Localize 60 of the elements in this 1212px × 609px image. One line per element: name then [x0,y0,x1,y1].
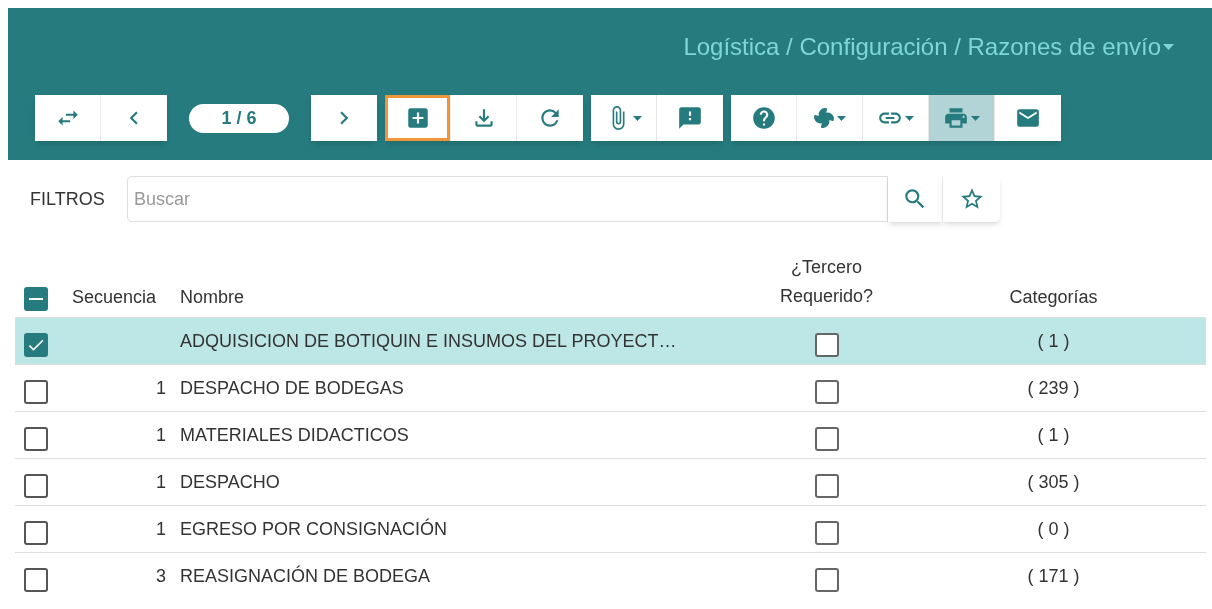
table-cell: 1 [156,471,166,492]
checkbox[interactable] [24,521,48,545]
caret-icon [633,115,642,121]
toolbar-button[interactable] [451,95,517,141]
table-cell-text: ( 1 ) [1037,423,1070,447]
caret-icon [837,115,846,121]
toolbar-button[interactable] [731,95,797,141]
checkbox[interactable] [814,427,839,451]
toolbar-button[interactable] [657,95,723,141]
checkbox[interactable] [814,521,839,545]
table-cell: 3 [156,565,166,586]
minus-icon [29,298,43,300]
checkbox[interactable] [24,427,48,451]
table-cell-text: ( 1 ) [1037,329,1070,353]
toolbar-button[interactable] [591,95,657,141]
page-counter: 1 / 6 [189,103,289,133]
checkbox[interactable] [24,287,48,311]
table-cell: EGRESO POR CONSIGNACIÓN [180,518,448,539]
table-cell: MATERIALES DIDACTICOS [180,424,409,445]
search-button[interactable] [888,176,943,222]
filters-label: FILTROS [30,187,106,211]
table-cell: 1 [156,377,166,398]
checkbox[interactable] [24,568,48,592]
table-cell: 1 [156,424,166,445]
table-cell-text: ( 0 ) [1037,517,1070,541]
toolbar-button[interactable] [797,95,863,141]
help-icon [750,105,777,131]
fan-icon [813,107,835,129]
toolbar-button[interactable] [929,95,995,141]
caret-icon [971,115,980,121]
table-cell-text: ( 239 ) [1027,376,1080,400]
checkbox[interactable] [24,380,48,404]
checkbox[interactable] [24,474,48,498]
table-cell: DESPACHO [180,471,280,492]
caret-icon [905,115,914,121]
comment-icon [677,105,703,131]
column-header[interactable]: Nombre [172,284,752,311]
toolbar-button[interactable] [517,95,583,141]
checkbox[interactable] [814,474,839,498]
favorite-button[interactable] [943,176,1000,222]
column-header[interactable]: Secuencia [60,284,172,311]
toolbar-button[interactable] [863,95,929,141]
table-row[interactable]: ADQUISICION DE BOTIQUIN E INSUMOS DEL PROYECT… ( 1 ) [15,317,1206,364]
table-cell: REASIGNACIÓN DE BODEGA [180,565,431,586]
table-cell: ADQUISICION DE BOTIQUIN E INSUMOS DEL PROYECT… [180,330,677,351]
table-cell: DESPACHO DE BODEGAS [180,377,404,398]
column-header[interactable]: Categorías [901,284,1206,311]
checkbox[interactable] [24,333,48,357]
checkbox[interactable] [814,333,839,357]
toolbar-button[interactable] [995,95,1061,141]
toolbar-button[interactable] [385,95,451,141]
table-cell-text: ( 305 ) [1027,470,1080,494]
search-field[interactable]: Buscar [127,176,888,222]
caret-icon [1163,44,1174,50]
table-cell-text: ( 171 ) [1027,564,1080,588]
printer-icon [943,105,969,131]
column-header[interactable]: ¿Tercero Requerido? [752,253,901,311]
table-cell: 1 [156,518,166,539]
checkbox[interactable] [814,568,839,592]
checkbox[interactable] [814,380,839,404]
